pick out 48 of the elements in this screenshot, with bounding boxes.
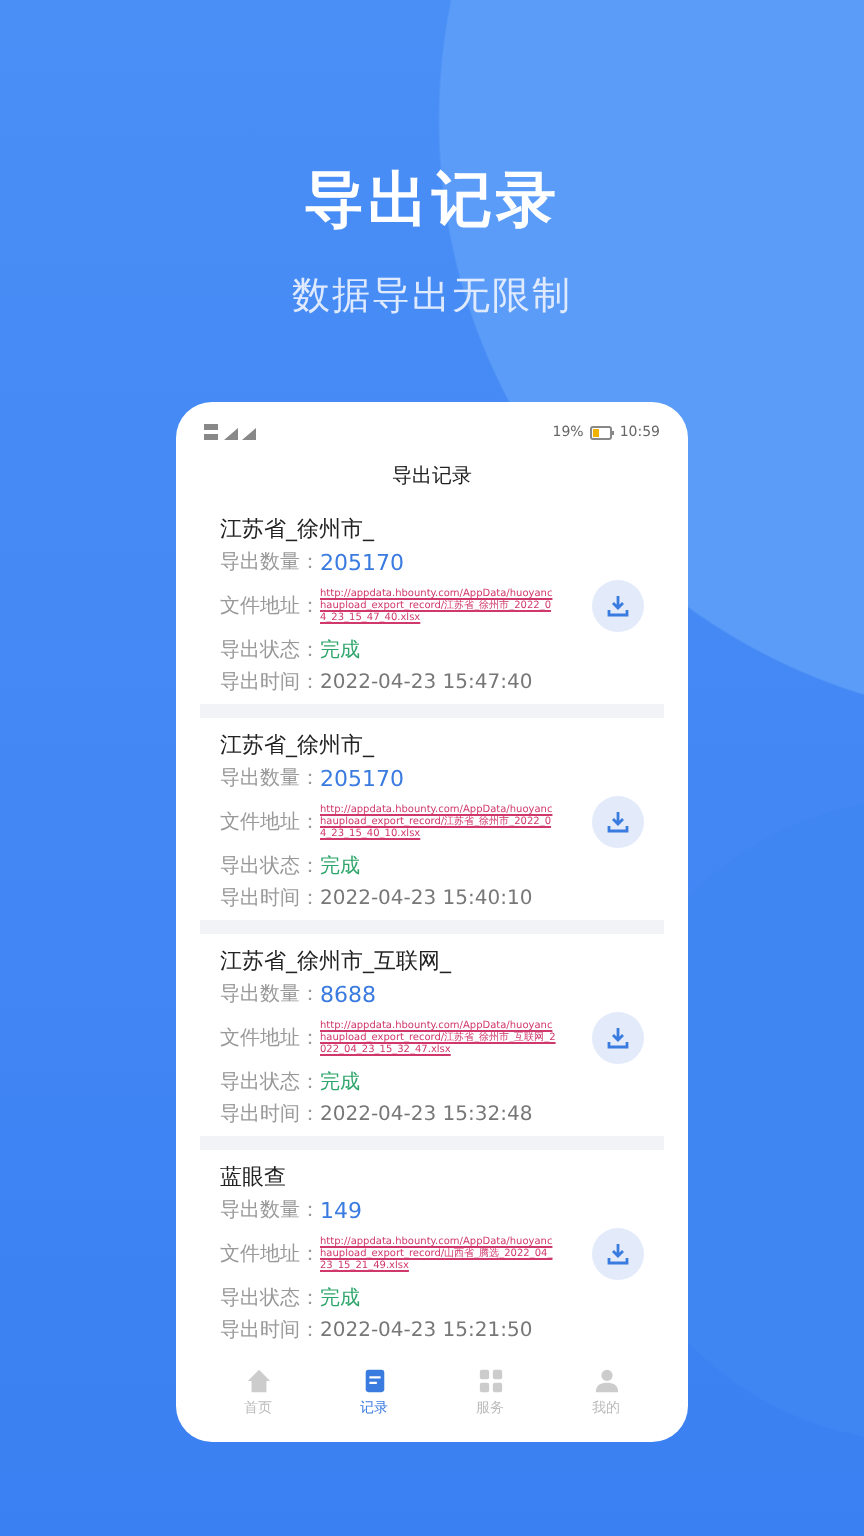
time-value: 2022-04-23 15:21:50 — [320, 1319, 533, 1341]
status-label: 导出状态： — [220, 1285, 320, 1312]
download-icon — [606, 1242, 630, 1266]
download-button[interactable] — [592, 1012, 644, 1064]
record-name: 蓝眼查 — [220, 1162, 288, 1192]
count-value: 205170 — [320, 765, 404, 791]
status-value: 完成 — [320, 1285, 360, 1312]
count-label: 导出数量： — [220, 765, 320, 792]
file-label: 文件地址： — [220, 809, 320, 836]
page-title: 导出记录 — [390, 463, 474, 490]
download-button[interactable] — [592, 580, 644, 632]
download-button[interactable] — [592, 796, 644, 848]
count-value: 149 — [320, 1197, 362, 1223]
count-label: 导出数量： — [220, 1197, 320, 1224]
status-value: 完成 — [320, 853, 360, 880]
download-icon — [606, 1026, 630, 1050]
person-icon — [593, 1368, 619, 1394]
time-value: 2022-04-23 15:40:10 — [320, 887, 533, 909]
time-label: 导出时间： — [220, 669, 320, 696]
status-value: 完成 — [320, 637, 360, 664]
download-icon — [606, 810, 630, 834]
record-name: 江苏省_徐州市_互联网_ — [220, 946, 454, 976]
status-value: 完成 — [320, 1069, 360, 1096]
record-name: 江苏省_徐州市_ — [220, 514, 377, 544]
headline: 导出记录 — [304, 164, 560, 240]
document-icon — [361, 1368, 387, 1394]
time-label: 导出时间： — [220, 885, 320, 912]
download-icon — [606, 594, 630, 618]
time-value: 2022-04-23 15:32:48 — [320, 1103, 533, 1125]
count-value: 8688 — [320, 981, 376, 1007]
count-label: 导出数量： — [220, 981, 320, 1008]
file-label: 文件地址： — [220, 593, 320, 620]
count-label: 导出数量： — [220, 549, 320, 576]
grid-icon — [477, 1368, 503, 1394]
file-label: 文件地址： — [220, 1025, 320, 1052]
battery-icon — [589, 425, 614, 439]
status-label: 导出状态： — [220, 637, 320, 664]
home-icon — [245, 1368, 271, 1394]
status-label: 导出状态： — [220, 1069, 320, 1096]
download-button[interactable] — [592, 1228, 644, 1280]
record-name: 江苏省_徐州市_ — [220, 730, 377, 760]
time-label: 导出时间： — [220, 1101, 320, 1128]
file-label: 文件地址： — [220, 1241, 320, 1268]
status-label: 导出状态： — [220, 853, 320, 880]
time-label: 导出时间： — [220, 1317, 320, 1344]
subheadline: 数据导出无限制 — [292, 272, 572, 322]
count-value: 205170 — [320, 549, 404, 575]
time-value: 2022-04-23 15:47:40 — [320, 671, 533, 693]
